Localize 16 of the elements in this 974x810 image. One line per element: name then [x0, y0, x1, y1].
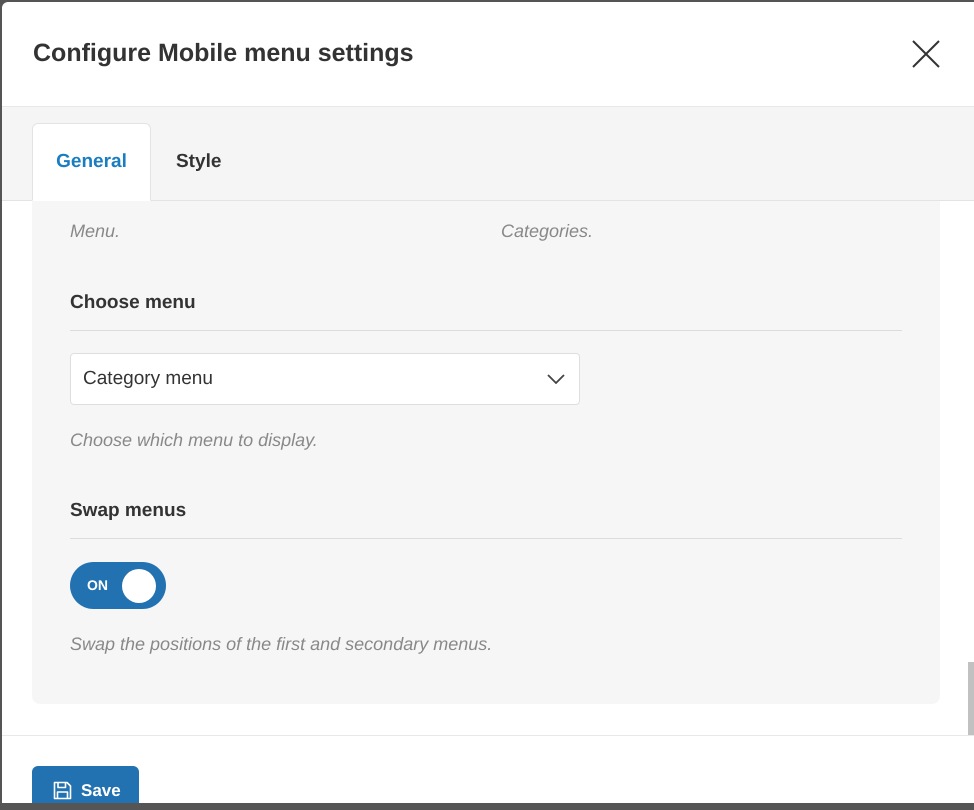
close-button[interactable] — [912, 40, 940, 68]
setting-label: Choose menu — [70, 291, 196, 315]
tab[interactable]: General — [32, 123, 151, 201]
tab[interactable]: Style — [151, 123, 246, 201]
close-icon — [912, 40, 940, 68]
help-text: Choose which menu to display. — [70, 429, 318, 452]
field-description: Categories. — [501, 220, 594, 243]
help-text: Swap the positions of the first and secondary menus. — [70, 633, 492, 656]
toggle-switch[interactable]: ON — [70, 562, 166, 609]
scrollbar-thumb[interactable] — [968, 662, 974, 735]
save-button[interactable]: Save — [32, 766, 139, 803]
chevron-down-icon — [547, 374, 565, 384]
dialog-title: Configure Mobile menu settings — [33, 38, 414, 70]
setting-label: Swap menus — [70, 499, 186, 523]
field-description: Menu. — [70, 220, 122, 243]
menu-select[interactable]: Category menu — [70, 353, 580, 405]
